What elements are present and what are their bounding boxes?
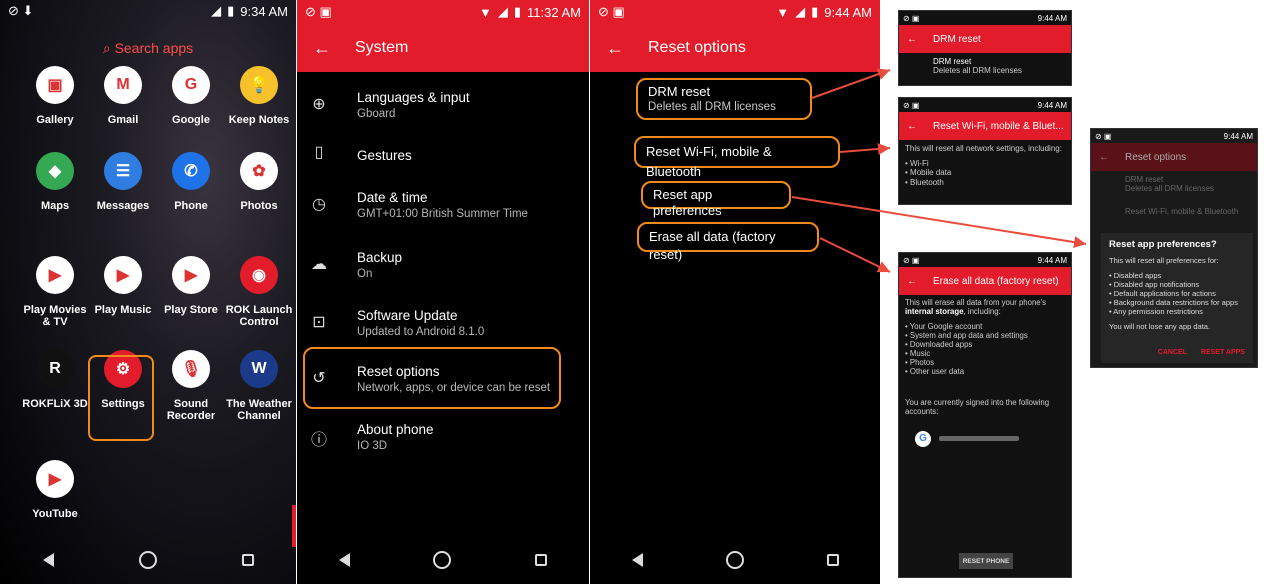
arrow-factory [819, 237, 891, 273]
arrow-drm [811, 68, 891, 99]
annotation-arrows [791, 68, 1087, 273]
arrow-wifi [839, 142, 891, 155]
arrow-app-prefs [791, 196, 1087, 249]
